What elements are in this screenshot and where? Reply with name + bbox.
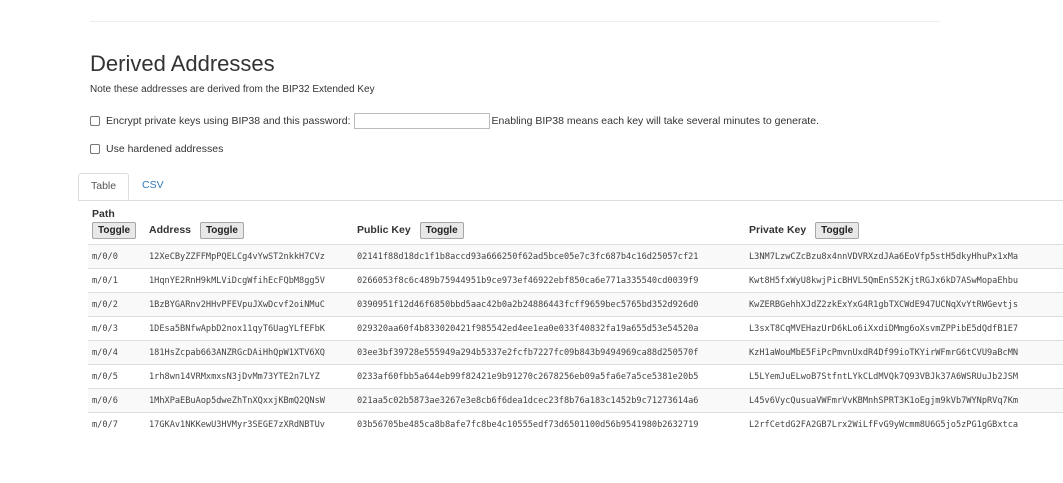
row-private-key: L2rfCetdG2FA2GB7Lrx2WiLfFvG9yWcmm8U6G5jo… [745, 412, 1063, 436]
table-header-row: Path Toggle Address Toggle Public Key To… [88, 208, 1063, 245]
row-public-key: 0233af60fbb5a644eb99f82421e9b91270c26782… [353, 364, 745, 389]
public-key-toggle-button[interactable]: Toggle [419, 222, 464, 239]
bip38-password-input[interactable] [353, 113, 490, 129]
hardened-label: Use hardened addresses [106, 143, 224, 155]
row-public-key: 03b56705be485ca8b8afe7fc8be4c10555edf73d… [353, 412, 745, 436]
row-private-key: L3sxT8CqMVEHazUrD6kLo6iXxdiDMmg6oXsvmZPP… [745, 316, 1063, 341]
row-address: 17GKAv1NKKewU3HVMyr3SEGE7zXRdNBTUv [145, 412, 353, 436]
row-private-key: L45v6VycQusuaVWFmrVvKBMnhSPRT3K1oEgjm9kV… [745, 388, 1063, 413]
table-row: m/0/2 1BzBYGARnv2HHvPFEVpuJXwDcvf2oiNMuC… [88, 292, 1063, 317]
row-address: 181HsZcpab663ANZRGcDAiHhQpW1XTV6XQ [145, 340, 353, 365]
row-public-key: 0266053f8c6c489b75944951b9ce973ef46922eb… [353, 268, 745, 293]
path-header-label: Path [92, 208, 115, 220]
row-address: 1HqnYE2RnH9kMLViDcgWfihEcFQbM8gg5V [145, 268, 353, 293]
row-path: m/0/1 [88, 268, 145, 293]
table-row: m/0/1 1HqnYE2RnH9kMLViDcgWfihEcFQbM8gg5V… [88, 268, 1063, 293]
row-address: 1MhXPaEBuAop5dweZhTnXQxxjKBmQ2QNsW [145, 388, 353, 413]
tab-csv[interactable]: CSV [130, 173, 176, 200]
row-public-key: 02141f88d18dc1f1b8accd93a666250f62ad5bce… [353, 244, 745, 269]
row-private-key: L3NM7LzwCZcBzu8x4nnVDVRXzdJAa6EoVfp5stH5… [745, 244, 1063, 269]
row-private-key: KzH1aWouMbE5FiPcPmvnUxdR4Df99ioTKYirWFmr… [745, 340, 1063, 365]
row-public-key: 0390951f12d46f6850bbd5aac42b0a2b24886443… [353, 292, 745, 317]
table-row: m/0/4 181HsZcpab663ANZRGcDAiHhQpW1XTV6XQ… [88, 340, 1063, 365]
row-path: m/0/0 [88, 244, 145, 269]
bip38-hint: Enabling BIP38 means each key will take … [491, 115, 819, 127]
private-key-header-label: Private Key [749, 224, 807, 236]
table-row: m/0/0 12XeCByZZFFMpPQELCg4vYwST2nkkH7CVz… [88, 244, 1063, 269]
row-private-key: KwZERBGehhXJdZ2zkExYxG4R1gbTXCWdE947UCNq… [745, 292, 1063, 317]
hardened-checkbox[interactable] [90, 144, 100, 154]
table-row: m/0/5 1rh8wn14VRMxmxsN3jDvMm73YTE2n7LYZ … [88, 364, 1063, 389]
table-row: m/0/3 1DEsa5BNfwApbD2nox11qyT6UagYLfEFbK… [88, 316, 1063, 341]
section-note: Note these addresses are derived from th… [90, 84, 375, 95]
path-header: Path Toggle [88, 208, 145, 245]
output-tabs: Table CSV [78, 173, 1063, 201]
tab-table[interactable]: Table [78, 173, 130, 200]
hardened-row: Use hardened addresses [90, 143, 1063, 155]
path-toggle-button[interactable]: Toggle [92, 222, 137, 239]
row-address: 1DEsa5BNfwApbD2nox11qyT6UagYLfEFbK [145, 316, 353, 341]
public-key-header: Public Key Toggle [353, 208, 745, 245]
row-private-key: Kwt8H5fxWyU8kwjPicBHVL5QmEnS52KjtRGJx6kD… [745, 268, 1063, 293]
row-address: 12XeCByZZFFMpPQELCg4vYwST2nkkH7CVz [145, 244, 353, 269]
row-address: 1rh8wn14VRMxmxsN3jDvMm73YTE2n7LYZ [145, 364, 353, 389]
section-title: Derived Addresses [90, 51, 275, 76]
bip38-label: Encrypt private keys using BIP38 and thi… [106, 115, 351, 127]
address-header: Address Toggle [145, 208, 353, 245]
table-row: m/0/6 1MhXPaEBuAop5dweZhTnXQxxjKBmQ2QNsW… [88, 388, 1063, 413]
row-private-key: L5LYemJuELwoB7StfntLYkCLdMVQk7Q93VBJk37A… [745, 364, 1063, 389]
row-public-key: 021aa5c02b5873ae3267e3e8cb6f6dea1dcec23f… [353, 388, 745, 413]
addresses-table: Path Toggle Address Toggle Public Key To… [88, 208, 1063, 436]
row-public-key: 029320aa60f4b833020421f985542ed4ee1ea0e0… [353, 316, 745, 341]
row-path: m/0/4 [88, 340, 145, 365]
table-row: m/0/7 17GKAv1NKKewU3HVMyr3SEGE7zXRdNBTUv… [88, 412, 1063, 436]
derived-addresses-section: Derived Addresses Note these addresses a… [78, 50, 1063, 436]
bip38-checkbox[interactable] [90, 116, 100, 126]
private-key-toggle-button[interactable]: Toggle [815, 222, 860, 239]
public-key-header-label: Public Key [357, 224, 411, 236]
address-header-label: Address [149, 224, 192, 236]
bip38-row: Encrypt private keys using BIP38 and thi… [90, 113, 1063, 129]
row-public-key: 03ee3bf39728e555949a294b5337e2fcfb7227fc… [353, 340, 745, 365]
row-address: 1BzBYGARnv2HHvPFEVpuJXwDcvf2oiNMuC [145, 292, 353, 317]
row-path: m/0/6 [88, 388, 145, 413]
address-toggle-button[interactable]: Toggle [199, 222, 244, 239]
row-path: m/0/3 [88, 316, 145, 341]
row-path: m/0/5 [88, 364, 145, 389]
row-path: m/0/7 [88, 412, 145, 436]
private-key-header: Private Key Toggle [745, 208, 1063, 245]
row-path: m/0/2 [88, 292, 145, 317]
top-divider [90, 21, 940, 22]
